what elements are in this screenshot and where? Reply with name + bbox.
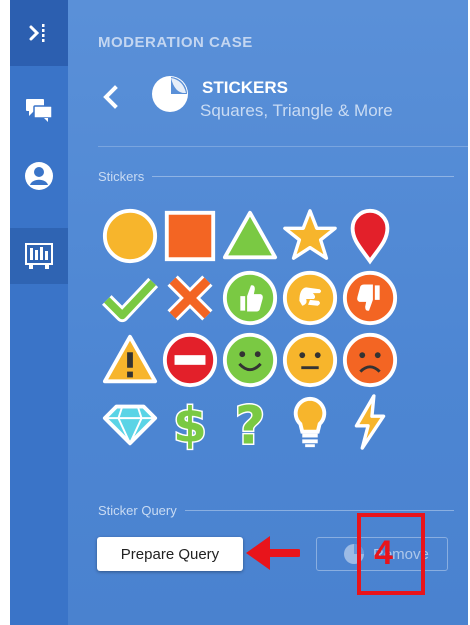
sticker-orange-square[interactable] bbox=[160, 205, 220, 267]
user-button[interactable] bbox=[10, 148, 68, 204]
sticker-red-pin[interactable] bbox=[340, 205, 400, 267]
sticker-board-icon bbox=[25, 243, 53, 269]
collapse-panel-icon bbox=[29, 24, 45, 42]
sticker-panel: MODERATION CASE STICKERS Squares, Triang… bbox=[68, 0, 468, 625]
header-divider bbox=[98, 146, 468, 147]
sticker-orange-circle[interactable] bbox=[100, 205, 160, 267]
sticker-smiley-sad[interactable] bbox=[340, 329, 400, 391]
sticker-no-entry[interactable] bbox=[160, 329, 220, 391]
callout-arrow-icon bbox=[246, 536, 300, 570]
svg-text:?: ? bbox=[235, 396, 265, 456]
section-divider bbox=[152, 175, 454, 177]
sticker-hand-stop[interactable] bbox=[280, 267, 340, 329]
user-icon bbox=[25, 162, 53, 190]
query-section-label: Sticker Query bbox=[98, 502, 177, 518]
side-rail bbox=[10, 0, 68, 625]
app-frame: MODERATION CASE STICKERS Squares, Triang… bbox=[10, 0, 468, 625]
sticker-icon bbox=[152, 76, 188, 112]
sticker-thumbs-up[interactable] bbox=[220, 267, 280, 329]
sticker-smiley-neutral[interactable] bbox=[280, 329, 340, 391]
chat-bubbles-icon bbox=[26, 99, 53, 122]
sticker-dollar-sign[interactable]: $ bbox=[160, 391, 220, 455]
stickers-section-header: Stickers bbox=[98, 168, 454, 184]
collapse-panel-button[interactable] bbox=[10, 5, 68, 61]
section-divider bbox=[184, 509, 454, 511]
panel-title: STICKERS bbox=[202, 78, 288, 97]
sticker-red-x[interactable] bbox=[160, 267, 220, 329]
case-label: MODERATION CASE bbox=[98, 34, 253, 51]
sticker-light-bulb[interactable] bbox=[280, 391, 340, 453]
stickers-button[interactable] bbox=[10, 228, 68, 284]
prepare-query-button[interactable]: Prepare Query bbox=[97, 537, 243, 571]
sticker-question-mark[interactable]: ? bbox=[220, 391, 280, 458]
sticker-lightning-bolt[interactable] bbox=[340, 391, 400, 453]
sticker-green-triangle[interactable] bbox=[220, 205, 280, 267]
sticker-green-checkmark[interactable] bbox=[100, 267, 160, 329]
back-chevron-icon[interactable] bbox=[96, 82, 126, 112]
panel-subtitle: Squares, Triangle & More bbox=[200, 101, 393, 120]
sticker-warning-triangle[interactable] bbox=[100, 329, 160, 391]
stickers-section-label: Stickers bbox=[98, 168, 145, 184]
chat-button[interactable] bbox=[10, 82, 68, 138]
svg-text:$: $ bbox=[173, 397, 207, 453]
callout-step-number: 4 bbox=[374, 534, 393, 572]
sticker-yellow-star[interactable] bbox=[280, 205, 340, 267]
sticker-smiley-happy[interactable] bbox=[220, 329, 280, 391]
sticker-diamond[interactable] bbox=[100, 391, 160, 453]
sticker-grid: $ ? bbox=[100, 205, 400, 458]
sticker-thumbs-down[interactable] bbox=[340, 267, 400, 329]
